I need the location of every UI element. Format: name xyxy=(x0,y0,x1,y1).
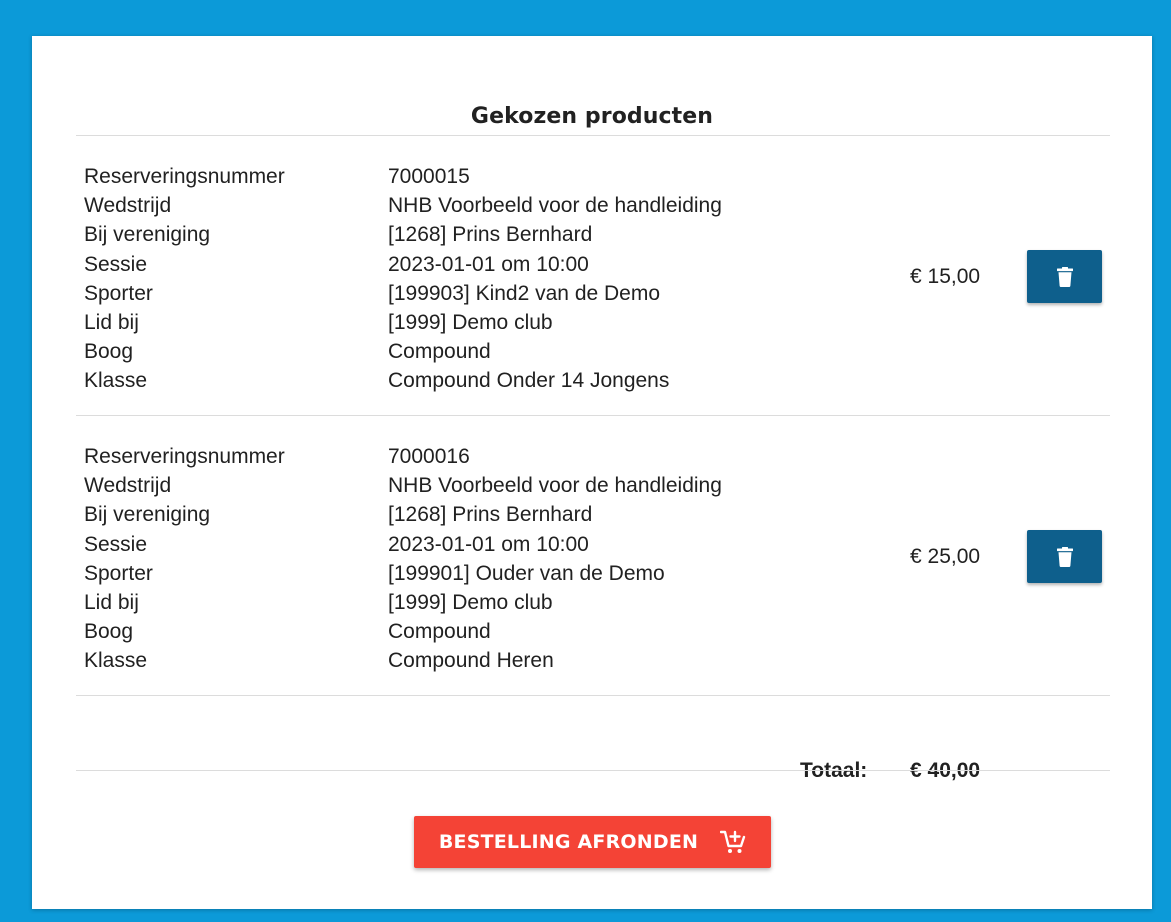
value-vereniging: [1268] Prins Bernhard xyxy=(388,503,593,527)
value-lid-bij: [1999] Demo club xyxy=(388,311,553,335)
divider xyxy=(76,770,1110,771)
value-reserveringsnummer: 7000016 xyxy=(388,445,470,468)
value-sporter: [199901] Ouder van de Demo xyxy=(388,561,665,585)
label-klasse: Klasse xyxy=(84,649,148,673)
delete-product-button[interactable] xyxy=(1027,530,1102,583)
complete-order-label: BESTELLING AFRONDEN xyxy=(438,831,699,853)
value-sessie: 2023-01-01 om 10:00 xyxy=(388,252,589,276)
value-reserveringsnummer: 7000015 xyxy=(388,165,470,188)
label-lid-bij: Lid bij xyxy=(84,591,139,615)
product-values: 7000016 NHB Voorbeeld voor de handleidin… xyxy=(388,442,722,676)
value-wedstrijd: NHB Voorbeeld voor de handleiding xyxy=(388,474,722,498)
label-sessie: Sessie xyxy=(84,532,148,556)
product-row: Reserveringsnummer Wedstrijd Bij verenig… xyxy=(76,416,1110,695)
label-sporter: Sporter xyxy=(84,561,153,585)
label-vereniging: Bij vereniging xyxy=(84,503,211,527)
label-boog: Boog xyxy=(84,340,134,364)
value-boog: Compound xyxy=(388,620,491,644)
value-lid-bij: [1999] Demo club xyxy=(388,591,553,615)
total-label: Totaal: xyxy=(800,759,868,782)
label-sporter: Sporter xyxy=(84,281,153,305)
value-sporter: [199903] Kind2 van de Demo xyxy=(388,281,661,305)
trash-icon xyxy=(1056,266,1073,287)
label-sessie: Sessie xyxy=(84,252,148,276)
divider xyxy=(76,695,1110,696)
label-reserveringsnummer: Reserveringsnummer xyxy=(84,165,285,188)
value-klasse: Compound Onder 14 Jongens xyxy=(388,369,670,393)
cart-add-icon xyxy=(720,830,746,854)
product-labels: Reserveringsnummer Wedstrijd Bij verenig… xyxy=(84,442,285,676)
value-wedstrijd: NHB Voorbeeld voor de handleiding xyxy=(388,194,722,218)
value-sessie: 2023-01-01 om 10:00 xyxy=(388,532,589,556)
label-boog: Boog xyxy=(84,620,134,644)
product-values: 7000015 NHB Voorbeeld voor de handleidin… xyxy=(388,162,722,396)
label-wedstrijd: Wedstrijd xyxy=(84,474,172,498)
value-klasse: Compound Heren xyxy=(388,649,554,673)
value-vereniging: [1268] Prins Bernhard xyxy=(388,223,593,247)
order-card: Gekozen producten Reserveringsnummer Wed… xyxy=(32,36,1152,909)
product-labels: Reserveringsnummer Wedstrijd Bij verenig… xyxy=(84,162,285,396)
delete-product-button[interactable] xyxy=(1027,250,1102,303)
label-vereniging: Bij vereniging xyxy=(84,223,211,247)
total-value: € 40,00 xyxy=(910,759,981,782)
product-row: Reserveringsnummer Wedstrijd Bij verenig… xyxy=(76,136,1110,415)
page-title: Gekozen producten xyxy=(470,104,714,129)
complete-order-button[interactable]: BESTELLING AFRONDEN xyxy=(414,816,771,868)
value-boog: Compound xyxy=(388,340,491,364)
label-reserveringsnummer: Reserveringsnummer xyxy=(84,445,285,468)
trash-icon xyxy=(1056,546,1073,567)
label-wedstrijd: Wedstrijd xyxy=(84,194,172,218)
product-price: € 25,00 xyxy=(910,545,981,568)
label-lid-bij: Lid bij xyxy=(84,311,139,335)
label-klasse: Klasse xyxy=(84,369,148,393)
product-price: € 15,00 xyxy=(910,265,981,288)
